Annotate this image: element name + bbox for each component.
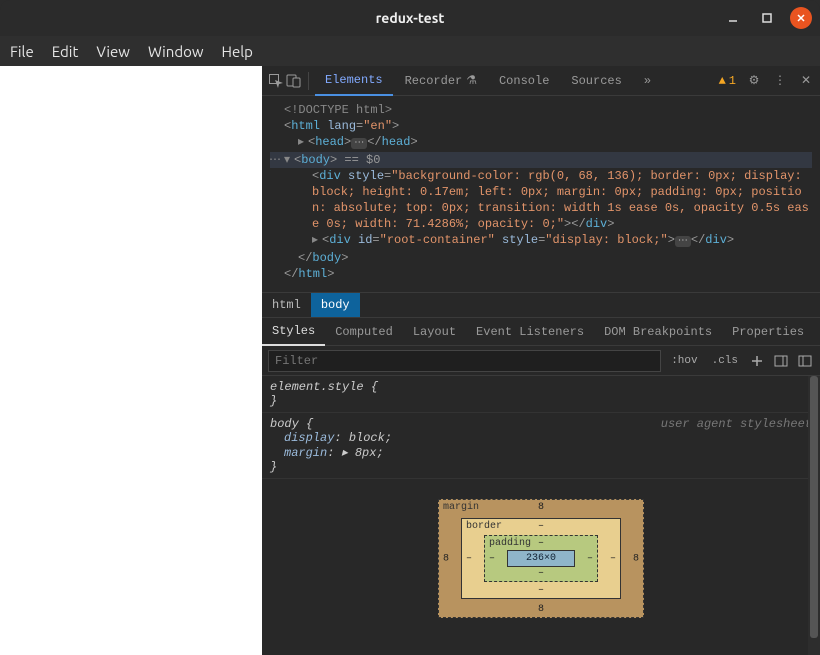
styles-body: element.style { } user agent stylesheet … bbox=[262, 376, 820, 655]
window-title: redux-test bbox=[376, 10, 445, 26]
warning-icon: ▲ bbox=[719, 74, 726, 88]
crumb-html[interactable]: html bbox=[262, 293, 311, 317]
margin-top-value[interactable]: 8 bbox=[538, 502, 544, 513]
ellipsis-icon[interactable]: ⋯ bbox=[675, 236, 691, 247]
hov-toggle[interactable]: :hov bbox=[667, 353, 701, 369]
padding-top-value[interactable]: – bbox=[538, 538, 544, 549]
tab-recorder-label: Recorder bbox=[405, 74, 463, 88]
scrollbar-thumb[interactable] bbox=[810, 376, 818, 638]
flask-icon: ⚗ bbox=[466, 73, 477, 88]
ua-stylesheet-label: user agent stylesheet bbox=[661, 417, 812, 431]
page-viewport[interactable] bbox=[0, 66, 262, 655]
settings-icon[interactable]: ⚙ bbox=[746, 73, 762, 89]
new-style-rule-icon[interactable] bbox=[748, 352, 766, 370]
dom-doctype[interactable]: <!DOCTYPE html> bbox=[270, 102, 812, 118]
prop-margin[interactable]: margin bbox=[270, 446, 327, 460]
dom-div-root[interactable]: ▸<div id="root-container" style="display… bbox=[270, 232, 812, 250]
dom-div-progress[interactable]: <div style="background-color: rgb(0, 68,… bbox=[270, 168, 812, 232]
warnings-count: 1 bbox=[729, 74, 736, 88]
subtab-properties[interactable]: Properties bbox=[722, 318, 814, 346]
tab-recorder[interactable]: Recorder ⚗ bbox=[395, 66, 487, 96]
box-border-label: border bbox=[466, 521, 502, 532]
padding-bottom-value[interactable]: – bbox=[538, 568, 544, 579]
subtab-dom-breakpoints[interactable]: DOM Breakpoints bbox=[594, 318, 722, 346]
box-model[interactable]: margin 8 8 8 8 border – – – – padding bbox=[262, 479, 820, 648]
box-border[interactable]: border – – – – padding – – – – 23 bbox=[461, 518, 621, 599]
devtools-close-icon[interactable]: ✕ bbox=[798, 73, 814, 89]
cls-toggle[interactable]: .cls bbox=[708, 353, 742, 369]
border-bottom-value[interactable]: – bbox=[538, 585, 544, 596]
rule-element-style[interactable]: element.style { } bbox=[262, 376, 820, 413]
styles-scrollbar[interactable] bbox=[808, 376, 820, 655]
border-top-value[interactable]: – bbox=[538, 521, 544, 532]
dom-head[interactable]: ▸<head>⋯</head> bbox=[270, 134, 812, 152]
styles-toolbar: :hov .cls bbox=[262, 346, 820, 376]
devtools: Elements Recorder ⚗ Console Sources » ▲1… bbox=[262, 66, 820, 655]
kebab-menu-icon[interactable]: ⋮ bbox=[772, 73, 788, 89]
rule-body[interactable]: user agent stylesheet body { display: bl… bbox=[262, 413, 820, 479]
app-window: redux-test File Edit View Window Help El… bbox=[0, 0, 820, 655]
subtab-layout[interactable]: Layout bbox=[403, 318, 466, 346]
box-content[interactable]: 236×0 bbox=[507, 550, 575, 567]
box-margin[interactable]: margin 8 8 8 8 border – – – – padding bbox=[438, 499, 644, 618]
border-left-value[interactable]: – bbox=[466, 553, 472, 564]
rendering-panel-icon[interactable] bbox=[796, 352, 814, 370]
dom-body-close[interactable]: </body> bbox=[270, 250, 812, 266]
margin-left-value[interactable]: 8 bbox=[443, 553, 449, 564]
menu-help[interactable]: Help bbox=[222, 43, 253, 60]
menubar: File Edit View Window Help bbox=[0, 36, 820, 66]
device-toggle-icon[interactable] bbox=[286, 73, 302, 89]
box-padding-label: padding bbox=[489, 538, 531, 549]
rule-close: } bbox=[270, 394, 812, 408]
margin-bottom-value[interactable]: 8 bbox=[538, 604, 544, 615]
subtabs-overflow[interactable]: » bbox=[814, 318, 820, 346]
tab-elements[interactable]: Elements bbox=[315, 66, 393, 96]
computed-sidebar-icon[interactable] bbox=[772, 352, 790, 370]
divider bbox=[308, 72, 309, 90]
subtab-event-listeners[interactable]: Event Listeners bbox=[466, 318, 594, 346]
maximize-button[interactable] bbox=[756, 7, 778, 29]
rule-selector: element.style { bbox=[270, 380, 812, 394]
dom-html-open[interactable]: <html lang="en"> bbox=[270, 118, 812, 134]
dom-html-close[interactable]: </html> bbox=[270, 266, 812, 282]
menu-file[interactable]: File bbox=[10, 43, 34, 60]
margin-right-value[interactable]: 8 bbox=[633, 553, 639, 564]
minimize-button[interactable] bbox=[722, 7, 744, 29]
ellipsis-icon[interactable]: ⋯ bbox=[351, 138, 367, 149]
titlebar: redux-test bbox=[0, 0, 820, 36]
close-button[interactable] bbox=[790, 7, 812, 29]
tab-console[interactable]: Console bbox=[489, 66, 559, 96]
tab-sources[interactable]: Sources bbox=[561, 66, 631, 96]
crumb-body[interactable]: body bbox=[311, 293, 360, 317]
dom-tree[interactable]: <!DOCTYPE html> <html lang="en"> ▸<head>… bbox=[262, 96, 820, 292]
inspect-icon[interactable] bbox=[268, 73, 284, 89]
box-margin-label: margin bbox=[443, 502, 479, 513]
styles-tabstrip: Styles Computed Layout Event Listeners D… bbox=[262, 318, 820, 346]
devtools-tabstrip: Elements Recorder ⚗ Console Sources » ▲1… bbox=[262, 66, 820, 96]
menu-edit[interactable]: Edit bbox=[52, 43, 79, 60]
window-controls bbox=[722, 7, 812, 29]
padding-left-value[interactable]: – bbox=[489, 553, 495, 564]
box-padding[interactable]: padding – – – – 236×0 bbox=[484, 535, 598, 582]
prop-display[interactable]: display bbox=[270, 431, 334, 445]
content-area: Elements Recorder ⚗ Console Sources » ▲1… bbox=[0, 66, 820, 655]
warnings-badge[interactable]: ▲1 bbox=[719, 74, 736, 88]
subtab-styles[interactable]: Styles bbox=[262, 318, 325, 346]
border-right-value[interactable]: – bbox=[610, 553, 616, 564]
menu-view[interactable]: View bbox=[96, 43, 130, 60]
subtab-computed[interactable]: Computed bbox=[325, 318, 403, 346]
tabs-overflow[interactable]: » bbox=[634, 66, 661, 96]
dom-breadcrumbs: html body bbox=[262, 292, 820, 318]
styles-filter-input[interactable] bbox=[268, 350, 661, 372]
rule-close: } bbox=[270, 460, 812, 474]
menu-window[interactable]: Window bbox=[148, 43, 204, 60]
dom-body-selected[interactable]: ▾<body> == $0 bbox=[270, 152, 812, 168]
padding-right-value[interactable]: – bbox=[587, 553, 593, 564]
